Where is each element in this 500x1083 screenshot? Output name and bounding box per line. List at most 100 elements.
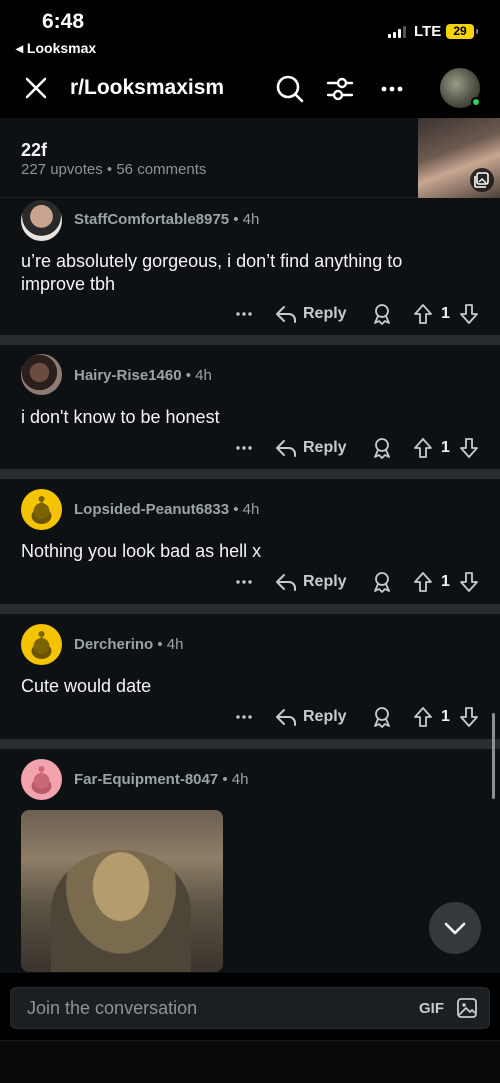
award-icon[interactable] <box>370 705 394 729</box>
back-to-app-link[interactable]: ◂ Looksmax <box>16 40 96 57</box>
more-options-icon[interactable] <box>376 73 408 105</box>
status-time: 6:48 <box>42 10 85 33</box>
comment-age: 4h <box>166 636 184 653</box>
comment-input-placeholder: Join the conversation <box>27 998 198 1018</box>
composer-bar: Join the conversation GIF <box>0 973 500 1039</box>
network-label: LTE <box>414 23 442 40</box>
reply-icon[interactable] <box>274 705 298 729</box>
reply-icon[interactable] <box>274 570 298 594</box>
username[interactable]: StaffComfortable8975 <box>74 211 229 228</box>
upvote-icon[interactable] <box>411 436 435 460</box>
avatar[interactable] <box>21 624 62 665</box>
comment-author[interactable]: Lopsided-Peanut6833 • 4h <box>74 501 259 518</box>
reply-button[interactable]: Reply <box>303 305 347 323</box>
more-icon[interactable] <box>234 572 254 592</box>
gif-figure <box>51 850 191 972</box>
avatar[interactable] <box>21 759 62 800</box>
close-icon[interactable] <box>22 74 50 102</box>
comment-actions: Reply 1 <box>0 436 500 464</box>
subreddit-title[interactable]: r/Looksmaxism <box>70 76 224 100</box>
reply-icon[interactable] <box>274 436 298 460</box>
snoo-avatar-icon <box>31 631 52 659</box>
comment-card: Hairy-Rise1460 • 4h i don't know to be h… <box>0 345 500 469</box>
gif-button[interactable]: GIF <box>419 1000 444 1017</box>
award-icon[interactable] <box>370 436 394 460</box>
comment-age: 4h <box>242 211 260 228</box>
snoo-avatar-icon <box>31 496 52 524</box>
comment-author[interactable]: StaffComfortable8975 • 4h <box>74 211 259 228</box>
image-icon[interactable] <box>455 996 479 1020</box>
comment-body: i don't know to be honest <box>21 407 220 427</box>
comment-input[interactable]: Join the conversation GIF <box>10 987 490 1029</box>
snoo-avatar-icon <box>31 766 52 794</box>
upvote-icon[interactable] <box>411 302 435 326</box>
upvote-icon[interactable] <box>411 705 435 729</box>
comment-author[interactable]: Dercherino • 4h <box>74 636 183 653</box>
comment-body: u’re absolutely gorgeous, i don’t find a… <box>21 251 403 294</box>
reply-button[interactable]: Reply <box>303 708 347 726</box>
award-icon[interactable] <box>370 302 394 326</box>
comment-age: 4h <box>242 501 260 518</box>
downvote-icon[interactable] <box>457 705 481 729</box>
scrollbar[interactable] <box>492 713 495 799</box>
search-icon[interactable] <box>274 73 306 105</box>
downvote-icon[interactable] <box>457 302 481 326</box>
downvote-icon[interactable] <box>457 570 481 594</box>
chevron-down-icon <box>444 922 466 935</box>
online-indicator <box>471 97 481 107</box>
vote-score: 1 <box>441 708 450 725</box>
comment-card: Dercherino • 4h Cute would date Reply 1 <box>0 614 500 739</box>
downvote-icon[interactable] <box>457 436 481 460</box>
battery-icon: 29 <box>446 24 478 39</box>
comment-card: StaffComfortable8975 • 4h u’re absolutel… <box>0 198 500 335</box>
comment-body: Cute would date <box>21 676 152 696</box>
more-icon[interactable] <box>234 304 254 324</box>
gallery-icon <box>470 168 494 192</box>
comment-age: 4h <box>195 367 212 384</box>
home-indicator-area <box>0 1040 500 1083</box>
reply-icon[interactable] <box>274 302 298 326</box>
comment-separator <box>0 739 500 749</box>
profile-avatar[interactable] <box>440 68 481 108</box>
comment-age: 4h <box>231 771 249 788</box>
upvote-icon[interactable] <box>411 570 435 594</box>
avatar[interactable] <box>21 200 62 241</box>
post-thumbnail[interactable] <box>418 118 500 198</box>
vote-score: 1 <box>441 439 450 456</box>
comment-card: Far-Equipment-8047 • 4h <box>0 749 500 973</box>
signal-icon <box>388 26 406 38</box>
avatar[interactable] <box>21 489 62 530</box>
filter-icon[interactable] <box>324 73 356 105</box>
comment-separator <box>0 469 500 479</box>
username[interactable]: Far-Equipment-8047 <box>74 771 218 788</box>
reply-button[interactable]: Reply <box>303 573 347 591</box>
scroll-down-button[interactable] <box>429 902 481 954</box>
comment-card: Lopsided-Peanut6833 • 4h Nothing you loo… <box>0 479 500 604</box>
award-icon[interactable] <box>370 570 394 594</box>
avatar[interactable] <box>21 354 62 395</box>
comment-actions: Reply 1 <box>0 302 500 330</box>
comment-count: 56 comments <box>116 161 207 178</box>
comment-actions: Reply 1 <box>0 570 500 598</box>
comment-author[interactable]: Hairy-Rise1460 • 4h <box>74 367 212 384</box>
reply-button[interactable]: Reply <box>303 439 347 457</box>
username[interactable]: Dercherino <box>74 636 153 653</box>
comment-separator <box>0 604 500 614</box>
status-bar: 6:48 ◂ Looksmax LTE 29 <box>0 0 500 60</box>
more-icon[interactable] <box>234 707 254 727</box>
username[interactable]: Lopsided-Peanut6833 <box>74 501 229 518</box>
post-summary[interactable]: 22f 227 upvotes • 56 comments <box>0 118 500 198</box>
vote-score: 1 <box>441 305 450 322</box>
vote-score: 1 <box>441 573 450 590</box>
top-app-bar: r/Looksmaxism <box>0 60 500 116</box>
upvote-count: 227 upvotes <box>21 161 103 178</box>
comment-feed[interactable]: StaffComfortable8975 • 4h u’re absolutel… <box>0 198 500 973</box>
more-icon[interactable] <box>234 438 254 458</box>
username[interactable]: Hairy-Rise1460 <box>74 367 182 384</box>
comment-author[interactable]: Far-Equipment-8047 • 4h <box>74 771 248 788</box>
post-meta: 227 upvotes • 56 comments <box>21 161 206 178</box>
comment-separator <box>0 335 500 345</box>
meta-separator: • <box>106 161 113 178</box>
comment-actions: Reply 1 <box>0 705 500 733</box>
gif-image[interactable] <box>21 810 223 972</box>
